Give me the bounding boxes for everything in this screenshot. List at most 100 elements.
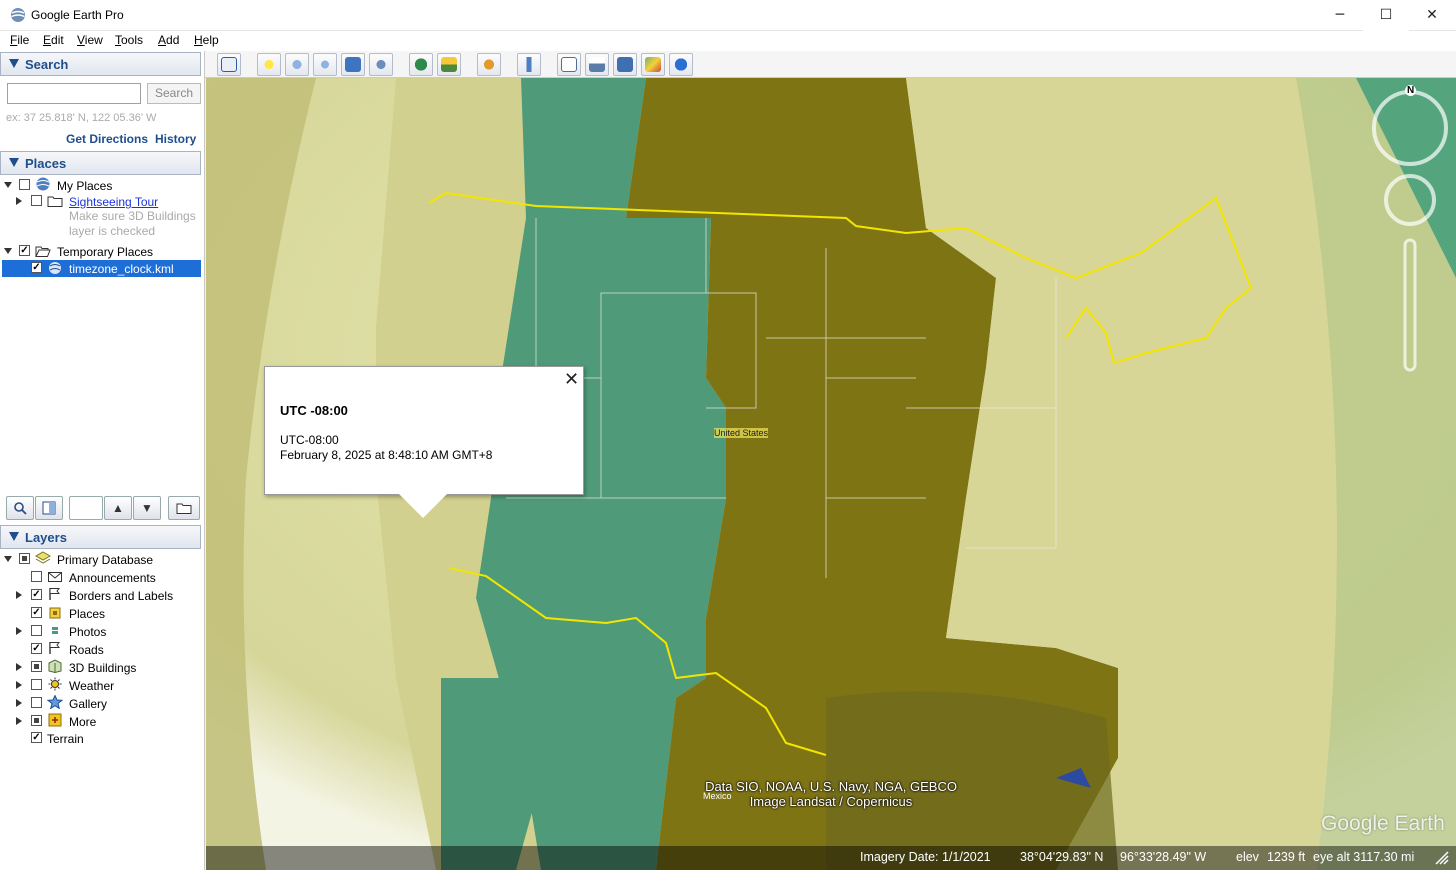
save-image-button[interactable] — [613, 53, 637, 76]
move-down-button[interactable]: ▼ — [133, 496, 161, 520]
placemark-icon — [261, 57, 277, 72]
tree-label: Places — [69, 607, 106, 621]
get-directions-link[interactable]: Get Directions — [66, 132, 148, 146]
checkbox[interactable] — [31, 661, 42, 672]
tree-item-timezone-clock[interactable]: ✓ timezone_clock.kml — [2, 260, 201, 277]
close-button[interactable]: ✕ — [1409, 0, 1455, 31]
expand-icon[interactable] — [16, 717, 22, 725]
minimize-button-main[interactable]: ─ — [1317, 0, 1363, 31]
checkbox[interactable] — [19, 553, 30, 564]
places-panel-title: Places — [25, 156, 67, 171]
menu-view[interactable]: View — [77, 33, 103, 47]
checkbox[interactable]: ✓ — [31, 589, 42, 600]
tour-speed-input[interactable] — [69, 496, 103, 520]
checkbox[interactable] — [31, 571, 42, 582]
add-folder-button[interactable] — [168, 496, 200, 520]
checkbox[interactable]: ✓ — [31, 262, 42, 273]
menu-edit[interactable]: Edit — [43, 33, 64, 47]
search-input[interactable] — [7, 83, 141, 104]
tree-label: Photos — [69, 625, 107, 639]
expand-icon[interactable] — [16, 627, 22, 635]
layers-panel-header[interactable]: Layers — [0, 525, 201, 549]
expand-icon[interactable] — [16, 681, 22, 689]
checkbox[interactable]: ✓ — [31, 607, 42, 618]
expand-icon[interactable] — [4, 556, 12, 562]
checkbox[interactable]: ✓ — [19, 245, 30, 256]
clock-icon — [413, 57, 429, 72]
checkbox[interactable] — [31, 625, 42, 636]
layer-photos[interactable]: Photos — [0, 623, 201, 640]
layer-roads[interactable]: ✓ Roads — [0, 641, 201, 658]
earth-view-button[interactable] — [669, 53, 693, 76]
expand-icon[interactable] — [16, 197, 22, 205]
sunlight-button[interactable] — [437, 53, 461, 76]
sightseeing-tour-link[interactable]: Sightseeing Tour — [69, 195, 158, 209]
menu-help[interactable]: Help — [194, 33, 219, 47]
envelope-icon — [48, 572, 62, 582]
checkbox[interactable]: ✓ — [31, 732, 42, 743]
add-path-button[interactable] — [313, 53, 337, 76]
show-sidebar-button[interactable] — [35, 496, 63, 520]
layer-primary-database[interactable]: Primary Database — [0, 551, 201, 568]
balloon-line: February 8, 2025 at 8:48:10 AM GMT+8 — [280, 448, 493, 462]
google-earth-icon — [11, 8, 25, 22]
tree-item-sightseeing-tour[interactable]: Sightseeing Tour — [0, 193, 201, 210]
layer-gallery[interactable]: Gallery — [0, 695, 201, 712]
checkbox[interactable]: ✓ — [31, 643, 42, 654]
expand-icon[interactable] — [4, 182, 12, 188]
tree-label: Gallery — [69, 697, 108, 711]
layer-borders-and-labels[interactable]: ✓ Borders and Labels — [0, 587, 201, 604]
places-panel-header[interactable]: Places — [0, 151, 201, 175]
ruler-button[interactable] — [517, 53, 541, 76]
sun-icon — [48, 677, 62, 691]
layer-weather[interactable]: Weather — [0, 677, 201, 694]
menu-file[interactable]: File — [10, 33, 29, 47]
checkbox[interactable] — [31, 195, 42, 206]
tree-item-my-places[interactable]: My Places — [0, 177, 201, 194]
print-icon — [589, 57, 605, 72]
expand-icon[interactable] — [16, 591, 22, 599]
tree-label: Announcements — [69, 571, 156, 585]
tree-label: Temporary Places — [57, 245, 154, 259]
search-button[interactable]: Search — [147, 83, 201, 104]
switch-planet-button[interactable] — [477, 53, 501, 76]
toggle-sidebar-button[interactable] — [217, 53, 241, 76]
email-button[interactable] — [557, 53, 581, 76]
close-icon[interactable]: ✕ — [564, 369, 579, 390]
search-panel-header[interactable]: Search — [0, 52, 201, 76]
view-in-maps-button[interactable] — [641, 53, 665, 76]
add-polygon-button[interactable] — [285, 53, 309, 76]
move-up-button[interactable]: ▲ — [104, 496, 132, 520]
layer-announcements[interactable]: Announcements — [0, 569, 201, 586]
camera-icon — [373, 57, 389, 72]
save-image-icon — [617, 57, 633, 72]
history-link[interactable]: History — [155, 132, 196, 146]
checkbox[interactable] — [31, 697, 42, 708]
menu-tools[interactable]: Tools — [115, 33, 143, 47]
expand-icon[interactable] — [4, 248, 12, 254]
search-places-button[interactable] — [6, 496, 34, 520]
layer-3d-buildings[interactable]: 3D Buildings — [0, 659, 201, 676]
layer-terrain[interactable]: ✓ Terrain — [0, 730, 201, 747]
maximize-button[interactable]: ☐ — [1363, 0, 1409, 31]
checkbox[interactable] — [19, 179, 30, 190]
layer-more[interactable]: More — [0, 713, 201, 730]
tree-item-temporary-places[interactable]: ✓ Temporary Places — [0, 243, 201, 260]
country-label: United States — [714, 428, 769, 438]
add-placemark-button[interactable] — [257, 53, 281, 76]
checkbox[interactable] — [31, 679, 42, 690]
tree-label: Terrain — [47, 732, 84, 746]
tree-label: 3D Buildings — [69, 661, 137, 675]
record-tour-button[interactable] — [369, 53, 393, 76]
menu-add[interactable]: Add — [158, 33, 179, 47]
panel-icon — [42, 501, 56, 515]
print-button[interactable] — [585, 53, 609, 76]
expand-icon[interactable] — [16, 663, 22, 671]
add-image-overlay-button[interactable] — [341, 53, 365, 76]
folder-icon — [176, 503, 192, 514]
menu-bar: File Edit View Tools Add Help — [0, 31, 1456, 51]
layer-places[interactable]: ✓ Places — [0, 605, 201, 622]
expand-icon[interactable] — [16, 699, 22, 707]
checkbox[interactable] — [31, 715, 42, 726]
historical-imagery-button[interactable] — [409, 53, 433, 76]
